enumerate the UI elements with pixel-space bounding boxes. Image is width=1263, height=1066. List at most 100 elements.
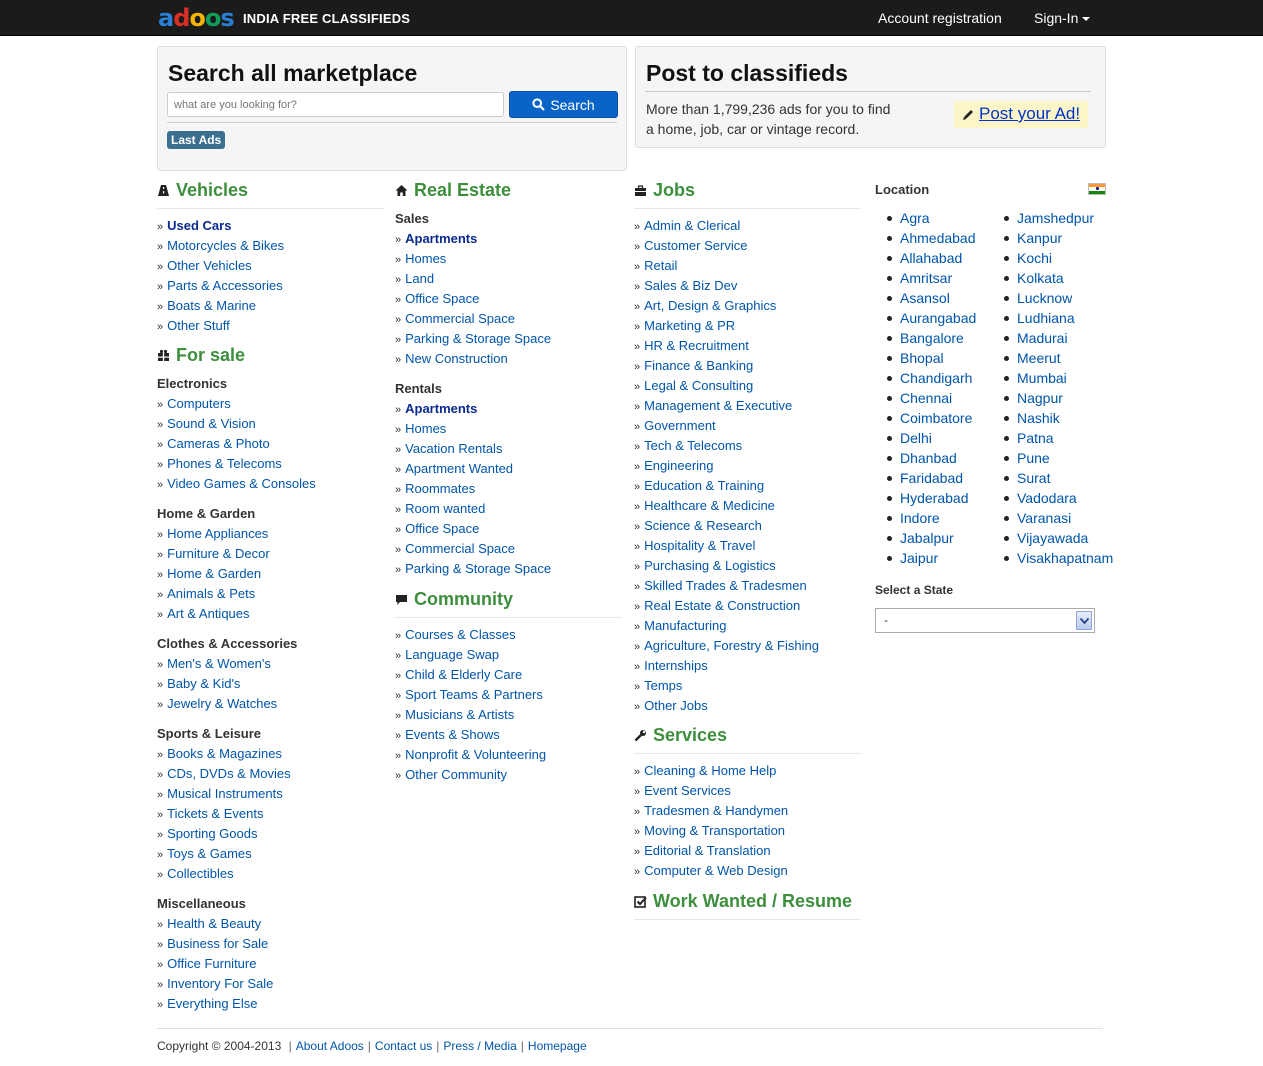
jobs-link[interactable]: Hospitality & Travel <box>644 538 755 553</box>
city-link[interactable]: Kanpur <box>1017 230 1062 246</box>
community-item-events-shows[interactable]: Events & Shows <box>395 725 624 745</box>
jobs-link[interactable]: Agriculture, Forestry & Fishing <box>644 638 819 653</box>
realestate-item-apartment-wanted[interactable]: Apartment Wanted <box>395 459 624 479</box>
city-link[interactable]: Chandigarh <box>900 370 972 386</box>
jobs-link[interactable]: Admin & Clerical <box>644 218 740 233</box>
vehicles-link[interactable]: Parts & Accessories <box>167 278 283 293</box>
jobs-link[interactable]: Finance & Banking <box>644 358 753 373</box>
city-item-madurai[interactable]: Madurai <box>1004 328 1113 348</box>
jobs-item-engineering[interactable]: Engineering <box>634 456 863 476</box>
jobs-item-hospitality-travel[interactable]: Hospitality & Travel <box>634 536 863 556</box>
forsale-item-toys-games[interactable]: Toys & Games <box>157 844 384 864</box>
realestate-link[interactable]: Room wanted <box>405 501 485 516</box>
vehicles-heading[interactable]: Vehicles <box>157 180 384 201</box>
forsale-link[interactable]: Tickets & Events <box>167 806 263 821</box>
city-link[interactable]: Delhi <box>900 430 932 446</box>
vehicles-link[interactable]: Boats & Marine <box>167 298 256 313</box>
jobs-item-science-research[interactable]: Science & Research <box>634 516 863 536</box>
city-item-nashik[interactable]: Nashik <box>1004 408 1113 428</box>
city-item-aurangabad[interactable]: Aurangabad <box>887 308 976 328</box>
realestate-item-parking-storage-space[interactable]: Parking & Storage Space <box>395 559 624 579</box>
forsale-item-animals-pets[interactable]: Animals & Pets <box>157 584 384 604</box>
city-link[interactable]: Varanasi <box>1017 510 1071 526</box>
city-item-coimbatore[interactable]: Coimbatore <box>887 408 976 428</box>
forsale-link[interactable]: Art & Antiques <box>167 606 249 621</box>
realestate-link[interactable]: Homes <box>405 251 446 266</box>
jobs-link[interactable]: Real Estate & Construction <box>644 598 800 613</box>
jobs-item-purchasing-logistics[interactable]: Purchasing & Logistics <box>634 556 863 576</box>
realestate-heading[interactable]: Real Estate <box>395 180 624 201</box>
jobs-item-real-estate-construction[interactable]: Real Estate & Construction <box>634 596 863 616</box>
city-link[interactable]: Kolkata <box>1017 270 1064 286</box>
city-item-patna[interactable]: Patna <box>1004 428 1113 448</box>
city-link[interactable]: Aurangabad <box>900 310 976 326</box>
forsale-link[interactable]: Cameras & Photo <box>167 436 270 451</box>
community-item-musicians-artists[interactable]: Musicians & Artists <box>395 705 624 725</box>
jobs-item-hr-recruitment[interactable]: HR & Recruitment <box>634 336 863 356</box>
city-item-amritsar[interactable]: Amritsar <box>887 268 976 288</box>
city-item-allahabad[interactable]: Allahabad <box>887 248 976 268</box>
city-link[interactable]: Coimbatore <box>900 410 972 426</box>
jobs-link[interactable]: Education & Training <box>644 478 764 493</box>
post-ad-button[interactable]: Post your Ad! <box>954 101 1089 128</box>
chevron-down-icon[interactable] <box>1076 611 1092 630</box>
realestate-link[interactable]: Parking & Storage Space <box>405 561 551 576</box>
vehicles-item-used-cars[interactable]: Used Cars <box>157 216 384 236</box>
jobs-link[interactable]: Retail <box>644 258 677 273</box>
community-item-courses-classes[interactable]: Courses & Classes <box>395 625 624 645</box>
city-link[interactable]: Bhopal <box>900 350 944 366</box>
community-link[interactable]: Musicians & Artists <box>405 707 514 722</box>
vehicles-link[interactable]: Used Cars <box>167 218 231 233</box>
city-item-jabalpur[interactable]: Jabalpur <box>887 528 976 548</box>
community-item-language-swap[interactable]: Language Swap <box>395 645 624 665</box>
forsale-item-video-games-consoles[interactable]: Video Games & Consoles <box>157 474 384 494</box>
vehicles-item-boats-marine[interactable]: Boats & Marine <box>157 296 384 316</box>
jobs-item-admin-clerical[interactable]: Admin & Clerical <box>634 216 863 236</box>
jobs-item-finance-banking[interactable]: Finance & Banking <box>634 356 863 376</box>
state-select[interactable]: - <box>875 608 1095 633</box>
jobs-link[interactable]: Other Jobs <box>644 698 708 713</box>
realestate-item-office-space[interactable]: Office Space <box>395 289 624 309</box>
realestate-item-room-wanted[interactable]: Room wanted <box>395 499 624 519</box>
services-link[interactable]: Event Services <box>644 783 731 798</box>
city-item-jaipur[interactable]: Jaipur <box>887 548 976 568</box>
city-link[interactable]: Nashik <box>1017 410 1060 426</box>
city-link[interactable]: Visakhapatnam <box>1017 550 1113 566</box>
jobs-item-temps[interactable]: Temps <box>634 676 863 696</box>
jobs-link[interactable]: Internships <box>644 658 708 673</box>
realestate-link[interactable]: Commercial Space <box>405 311 515 326</box>
services-item-tradesmen-handymen[interactable]: Tradesmen & Handymen <box>634 801 863 821</box>
community-link[interactable]: Other Community <box>405 767 507 782</box>
forsale-link[interactable]: Phones & Telecoms <box>167 456 282 471</box>
forsale-link[interactable]: Collectibles <box>167 866 233 881</box>
jobs-item-legal-consulting[interactable]: Legal & Consulting <box>634 376 863 396</box>
realestate-link[interactable]: Office Space <box>405 291 479 306</box>
city-link[interactable]: Asansol <box>900 290 950 306</box>
city-link[interactable]: Ludhiana <box>1017 310 1075 326</box>
forsale-link[interactable]: Computers <box>167 396 231 411</box>
jobs-link[interactable]: Legal & Consulting <box>644 378 753 393</box>
community-link[interactable]: Language Swap <box>405 647 499 662</box>
city-link[interactable]: Allahabad <box>900 250 962 266</box>
city-item-chennai[interactable]: Chennai <box>887 388 976 408</box>
services-item-editorial-translation[interactable]: Editorial & Translation <box>634 841 863 861</box>
forsale-item-collectibles[interactable]: Collectibles <box>157 864 384 884</box>
city-link[interactable]: Chennai <box>900 390 952 406</box>
realestate-item-roommates[interactable]: Roommates <box>395 479 624 499</box>
forsale-item-tickets-events[interactable]: Tickets & Events <box>157 804 384 824</box>
realestate-item-homes[interactable]: Homes <box>395 249 624 269</box>
services-link[interactable]: Cleaning & Home Help <box>644 763 776 778</box>
jobs-item-government[interactable]: Government <box>634 416 863 436</box>
community-item-nonprofit-volunteering[interactable]: Nonprofit & Volunteering <box>395 745 624 765</box>
city-link[interactable]: Ahmedabad <box>900 230 976 246</box>
realestate-link[interactable]: Vacation Rentals <box>405 441 502 456</box>
city-item-pune[interactable]: Pune <box>1004 448 1113 468</box>
realestate-item-vacation-rentals[interactable]: Vacation Rentals <box>395 439 624 459</box>
community-link[interactable]: Courses & Classes <box>405 627 516 642</box>
realestate-link[interactable]: Apartments <box>405 231 477 246</box>
jobs-link[interactable]: Government <box>644 418 716 433</box>
community-link[interactable]: Sport Teams & Partners <box>405 687 543 702</box>
services-link[interactable]: Moving & Transportation <box>644 823 785 838</box>
city-item-asansol[interactable]: Asansol <box>887 288 976 308</box>
realestate-link[interactable]: Commercial Space <box>405 541 515 556</box>
